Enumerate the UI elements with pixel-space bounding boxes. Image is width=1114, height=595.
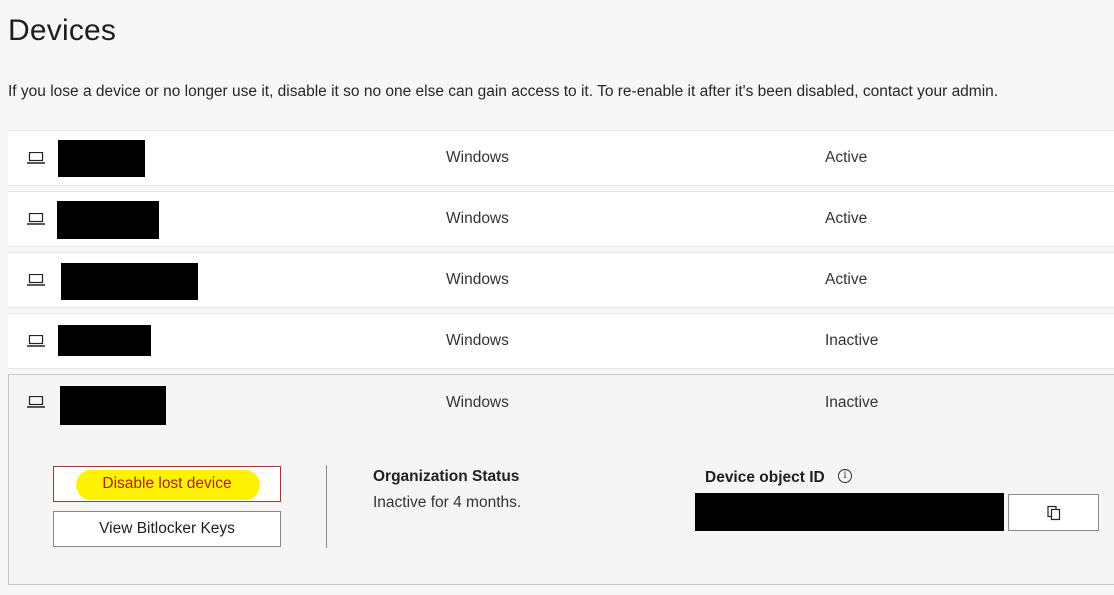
device-name-redacted <box>60 386 166 425</box>
disable-lost-device-button[interactable]: Disable lost device <box>53 466 281 502</box>
device-id-heading: Device object ID <box>705 469 825 486</box>
page-description: If you lose a device or no longer use it… <box>8 83 999 100</box>
device-row[interactable]: Windows Inactive <box>8 313 1114 369</box>
device-os: Windows <box>446 394 509 411</box>
device-id-field-redacted <box>695 493 1004 531</box>
laptop-icon <box>27 396 45 408</box>
laptop-icon <box>27 152 45 164</box>
org-status-heading: Organization Status <box>373 468 520 485</box>
device-name-redacted <box>58 325 151 356</box>
laptop-icon <box>27 274 45 286</box>
page-title: Devices <box>8 14 117 47</box>
device-status: Inactive <box>825 394 879 411</box>
device-os: Windows <box>446 149 509 166</box>
view-bitlocker-keys-button[interactable]: View Bitlocker Keys <box>53 511 281 547</box>
device-row[interactable]: Windows Active <box>8 191 1114 247</box>
info-icon[interactable]: i <box>838 469 852 483</box>
device-row[interactable]: Windows Active <box>8 130 1114 186</box>
copy-icon <box>1046 505 1060 520</box>
disable-button-label: Disable lost device <box>102 475 232 492</box>
laptop-icon <box>27 335 45 347</box>
device-row[interactable]: Windows Active <box>8 252 1114 308</box>
device-name-redacted <box>58 140 145 177</box>
device-os: Windows <box>446 271 509 288</box>
device-status: Inactive <box>825 332 879 349</box>
device-status: Active <box>825 149 868 166</box>
device-os: Windows <box>446 210 509 227</box>
divider <box>326 465 327 548</box>
copy-button[interactable] <box>1008 494 1099 531</box>
device-status: Active <box>825 210 868 227</box>
device-name-redacted <box>57 201 159 239</box>
org-status-value: Inactive for 4 months. <box>373 494 522 511</box>
device-status: Active <box>825 271 868 288</box>
bitlocker-button-label: View Bitlocker Keys <box>99 520 235 537</box>
laptop-icon <box>27 213 45 225</box>
device-os: Windows <box>446 332 509 349</box>
device-name-redacted <box>61 263 198 300</box>
